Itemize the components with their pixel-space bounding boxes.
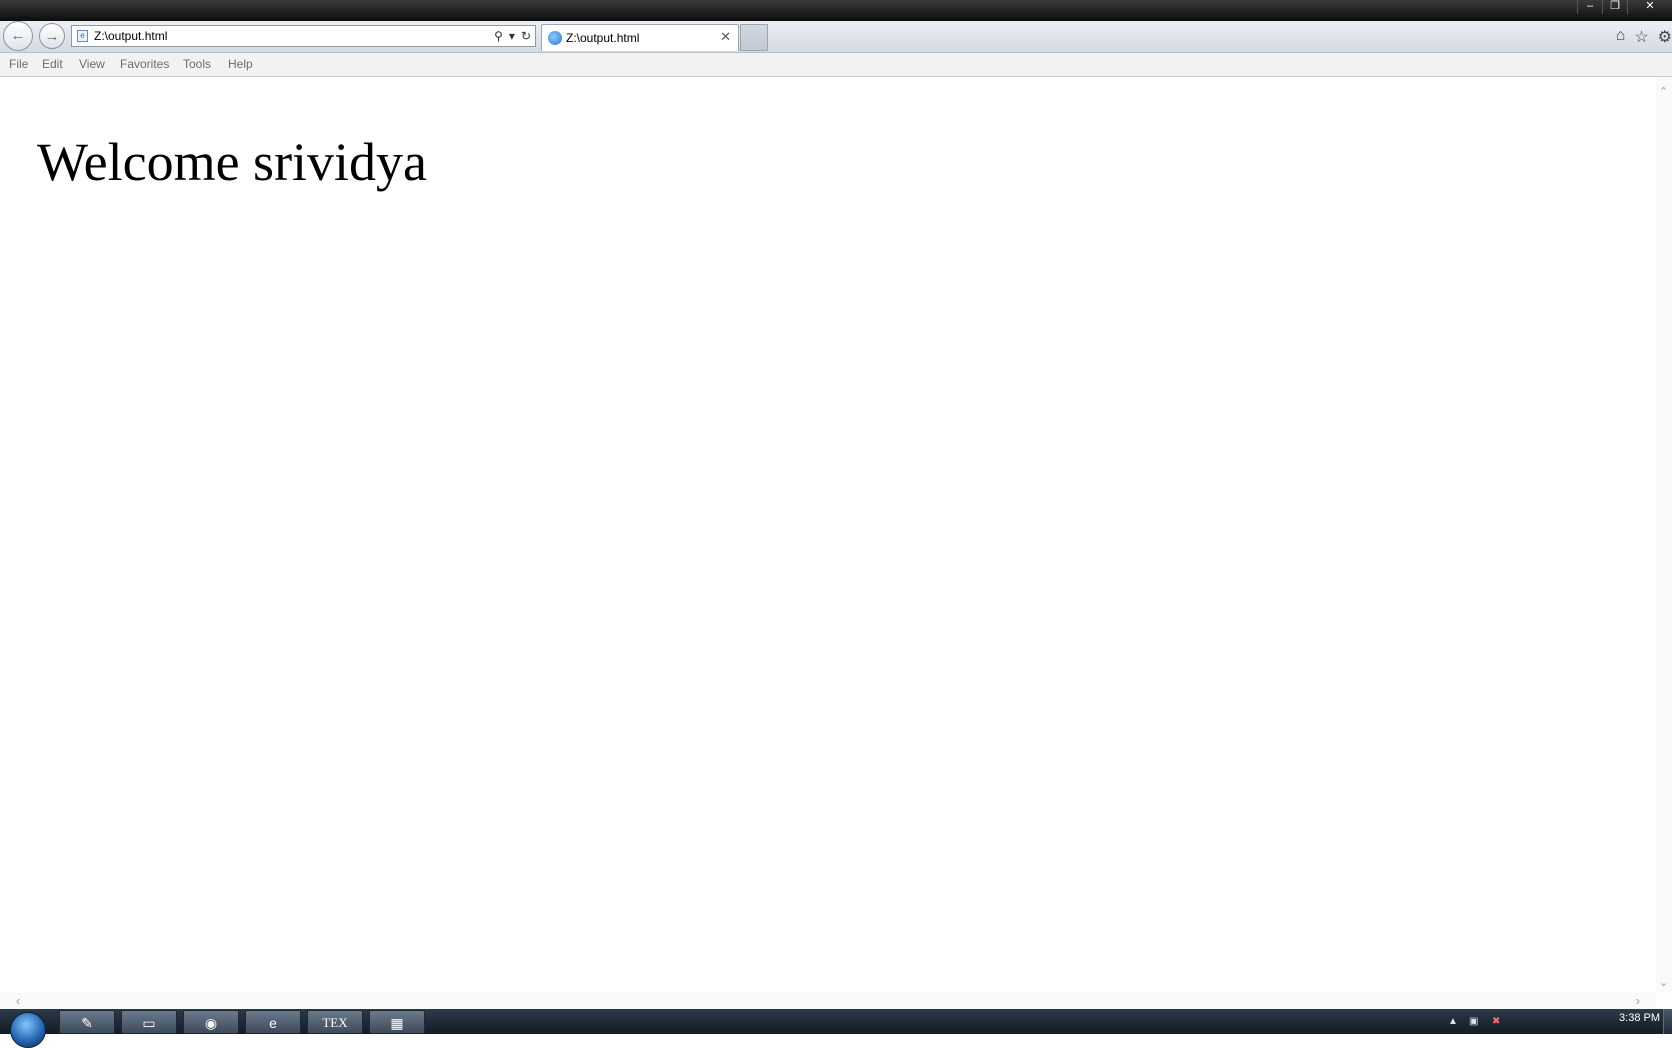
taskbar-app-chrome[interactable]: ◉ [183, 1010, 239, 1034]
tab-close-icon[interactable]: ✕ [720, 29, 731, 45]
arrow-right-icon: → [44, 28, 60, 45]
show-desktop-button[interactable] [1663, 1009, 1672, 1034]
back-button[interactable]: ← [3, 21, 33, 51]
window-controls: – ❐ ✕ [1577, 0, 1672, 15]
refresh-icon[interactable]: ↻ [521, 28, 531, 44]
system-tray: ▲ ▣ ✖ 3:38 PM [1422, 1009, 1672, 1034]
page-icon: e [77, 30, 88, 42]
menu-help[interactable]: Help [228, 57, 253, 71]
page-content: Welcome srividya [0, 77, 1656, 993]
search-icon[interactable]: ⚲ [494, 28, 503, 44]
window-titlebar: – ❐ ✕ [0, 0, 1672, 21]
menu-favorites[interactable]: Favorites [120, 57, 169, 71]
gear-icon[interactable]: ⚙ [1658, 27, 1672, 47]
program-icon: ▦ [390, 1015, 404, 1031]
taskbar-app-ie[interactable]: e [245, 1010, 301, 1034]
chrome-icon: ◉ [204, 1015, 218, 1031]
taskbar-app-explorer[interactable]: ▭ [121, 1010, 177, 1034]
menu-edit[interactable]: Edit [42, 57, 63, 71]
navigation-bar: ← → e ⚲ ▾ ↻ Z:\output.html ✕ ⌂ ☆ ⚙ [0, 21, 1672, 53]
minimize-button[interactable]: – [1577, 0, 1602, 14]
windows-logo-icon [10, 1012, 46, 1048]
scroll-right-icon[interactable]: › [1636, 993, 1640, 1008]
address-tools: ⚲ ▾ ↻ [494, 28, 531, 44]
scroll-down-icon[interactable]: ⌄ [1659, 976, 1668, 989]
tab-label: Z:\output.html [566, 31, 640, 45]
taskbar-app-tex[interactable]: TEX [307, 1010, 363, 1034]
scroll-up-icon[interactable]: ⌃ [1659, 85, 1668, 98]
scroll-left-icon[interactable]: ‹ [16, 993, 20, 1008]
horizontal-scrollbar[interactable]: ‹ › [0, 993, 1656, 1009]
page-heading: Welcome srividya [37, 132, 428, 192]
taskbar: ✎ ▭ ◉ e TEX ▦ ▲ ▣ ✖ 3:38 PM [0, 1009, 1672, 1048]
network-icon[interactable]: ▣ [1469, 1016, 1478, 1027]
star-icon[interactable]: ☆ [1634, 27, 1648, 47]
restore-button[interactable]: ❐ [1602, 0, 1627, 14]
chevron-down-icon[interactable]: ▾ [509, 28, 515, 44]
menu-file[interactable]: File [9, 57, 28, 71]
menu-bar: File Edit View Favorites Tools Help [0, 53, 1672, 77]
tab-output-html[interactable]: Z:\output.html ✕ [541, 24, 739, 51]
internet-explorer-icon: e [269, 1015, 277, 1031]
volume-muted-icon[interactable]: ✖ [1492, 1016, 1500, 1027]
forward-button[interactable]: → [39, 23, 65, 49]
internet-explorer-icon [548, 31, 562, 45]
taskbar-app-program[interactable]: ▦ [369, 1010, 425, 1034]
editor-icon: ✎ [81, 1015, 93, 1031]
arrow-left-icon: ← [10, 27, 26, 44]
taskbar-app-editor[interactable]: ✎ [59, 1010, 115, 1034]
menu-tools[interactable]: Tools [183, 57, 211, 71]
close-window-button[interactable]: ✕ [1627, 0, 1672, 14]
right-toolbar: ⌂ ☆ ⚙ [1616, 27, 1672, 47]
folder-icon: ▭ [142, 1015, 156, 1031]
vertical-scrollbar[interactable]: ⌃ ⌄ [1656, 77, 1672, 993]
address-input[interactable] [94, 28, 444, 44]
tex-icon: TEX [322, 1015, 348, 1030]
new-tab-button[interactable] [740, 24, 768, 51]
clock[interactable]: 3:38 PM [1619, 1012, 1660, 1024]
start-button[interactable] [6, 1009, 46, 1048]
home-icon[interactable]: ⌂ [1616, 27, 1626, 47]
show-hidden-icons-icon[interactable]: ▲ [1448, 1016, 1458, 1027]
menu-view[interactable]: View [79, 57, 105, 71]
address-bar[interactable]: e ⚲ ▾ ↻ [71, 25, 536, 47]
